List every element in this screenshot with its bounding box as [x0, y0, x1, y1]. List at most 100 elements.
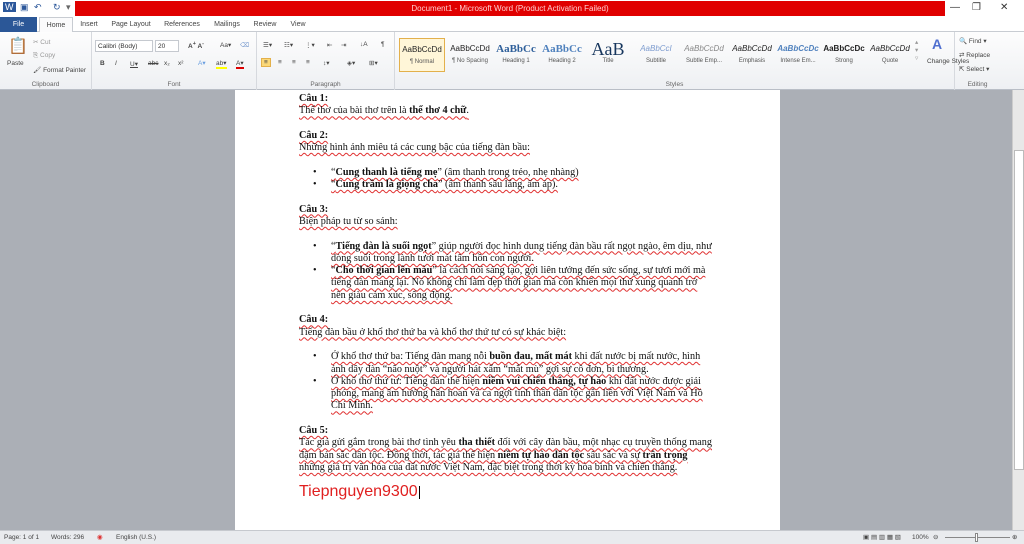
- document-content[interactable]: Câu 1: Thể thơ của bài thơ trên là thể th…: [299, 93, 713, 501]
- list-item: “Cho thời gian lên màu” là cách nói sáng…: [299, 265, 713, 302]
- paste-icon[interactable]: 📋: [8, 36, 28, 56]
- text-effects-icon[interactable]: A▾: [198, 59, 206, 67]
- style-strong[interactable]: AaBbCcDc Strong: [821, 38, 867, 72]
- font-name-select[interactable]: Calibri (Body): [95, 40, 153, 52]
- copy-label: Copy: [40, 52, 56, 59]
- style-name: Strong: [835, 58, 853, 64]
- tab-home[interactable]: Home: [39, 17, 73, 32]
- bold-text: buồn đau, mất mát: [489, 351, 572, 363]
- text-run: Tác giả gửi gắm trong bài thơ tình yêu: [299, 437, 459, 449]
- style-subtitle[interactable]: AaBbCcI Subtitle: [633, 38, 679, 72]
- grow-font-icon[interactable]: A+ A-: [188, 41, 204, 50]
- save-icon[interactable]: ▣: [20, 2, 29, 13]
- subscript-icon[interactable]: x₂: [164, 60, 170, 67]
- increase-indent-icon[interactable]: ⇥: [341, 41, 346, 49]
- style-name: Subtle Emp...: [685, 58, 723, 64]
- bold-text: Câu 4:: [299, 314, 329, 326]
- paragraph: Tác giả gửi gắm trong bài thơ tình yêu t…: [299, 437, 713, 474]
- style-title[interactable]: AaB Title: [585, 38, 631, 72]
- language[interactable]: English (U.S.): [116, 531, 156, 544]
- highlight-icon[interactable]: ab▾: [216, 59, 227, 69]
- style-no-spacing[interactable]: AaBbCcDd ¶ No Spacing: [447, 38, 493, 72]
- numbering-icon[interactable]: ☷▾: [284, 41, 293, 49]
- copy-button[interactable]: ⎘ Copy: [33, 52, 55, 60]
- style-normal[interactable]: AaBbCcDd ¶ Normal: [399, 38, 445, 72]
- tab-references[interactable]: References: [160, 17, 204, 32]
- style-intense-emphasis[interactable]: AaBbCcDc Intense Em...: [775, 38, 821, 72]
- change-styles-icon[interactable]: A: [932, 36, 942, 52]
- format-painter-button[interactable]: 🖌 Format Painter: [33, 66, 86, 74]
- style-quote[interactable]: AaBbCcDd Quote: [867, 38, 913, 72]
- zoom-slider-handle[interactable]: [975, 533, 978, 542]
- proofing-icon[interactable]: ◉: [97, 531, 103, 544]
- style-name: Heading 2: [548, 58, 576, 64]
- document-page[interactable]: Câu 1: Thể thơ của bài thơ trên là thể th…: [235, 90, 780, 530]
- line-spacing-icon[interactable]: ↕▾: [323, 59, 330, 67]
- paste-button[interactable]: Paste: [7, 60, 24, 67]
- multilevel-list-icon[interactable]: ⋮▾: [305, 41, 315, 49]
- tab-insert[interactable]: Insert: [74, 17, 104, 32]
- tab-page-layout[interactable]: Page Layout: [108, 17, 154, 32]
- vertical-scrollbar[interactable]: [1012, 90, 1024, 530]
- clear-formatting-icon[interactable]: ⌫: [240, 41, 249, 49]
- styles-scroll-icon[interactable]: ▴ ▾ ▿: [915, 38, 918, 62]
- question-heading: Câu 3:: [299, 204, 713, 216]
- tab-file[interactable]: File: [0, 17, 37, 32]
- decrease-indent-icon[interactable]: ⇤: [327, 41, 332, 49]
- view-buttons[interactable]: ▣ ▤ ▥ ▦ ▧: [863, 531, 901, 544]
- clipboard-label: Clipboard: [31, 81, 60, 88]
- change-case-icon[interactable]: Aa▾: [220, 41, 231, 49]
- font-size-select[interactable]: 20: [155, 40, 179, 52]
- zoom-out-icon[interactable]: ⊖: [933, 531, 938, 544]
- restore-icon[interactable]: ❐: [972, 2, 981, 13]
- underline-icon[interactable]: U▾: [130, 60, 138, 68]
- style-emphasis[interactable]: AaBbCcDd Emphasis: [729, 38, 775, 72]
- clipboard-group: 📋 Paste ✂ Cut ⎘ Copy 🖌 Format Painter Cl…: [0, 32, 92, 90]
- borders-icon[interactable]: ⊞▾: [369, 59, 378, 67]
- replace-button[interactable]: ⇄ Replace: [959, 51, 990, 59]
- show-marks-icon[interactable]: ¶: [381, 41, 385, 48]
- align-center-icon[interactable]: ≡: [278, 59, 282, 66]
- style-heading-2[interactable]: AaBbCc Heading 2: [539, 38, 585, 72]
- cut-button[interactable]: ✂ Cut: [33, 38, 50, 46]
- align-left-icon[interactable]: ≡: [261, 58, 271, 67]
- bold-text: Câu 5:: [299, 425, 329, 437]
- style-heading-1[interactable]: AaBbCc Heading 1: [493, 38, 539, 72]
- list-item: “Cung thanh là tiếng mẹ” (âm thanh trong…: [299, 167, 713, 180]
- text-run: Ở khổ thơ thứ tư: Tiếng đàn thể hiện: [331, 375, 483, 387]
- superscript-icon[interactable]: x²: [178, 60, 183, 67]
- customize-toolbar-icon[interactable]: ▾: [66, 2, 71, 13]
- bold-icon[interactable]: B: [100, 60, 105, 67]
- select-button[interactable]: ⇱ Select ▾: [959, 65, 989, 73]
- sort-icon[interactable]: ↓A: [360, 41, 368, 48]
- tab-view[interactable]: View: [285, 17, 311, 32]
- align-right-icon[interactable]: ≡: [292, 59, 296, 66]
- shading-icon[interactable]: ◈▾: [347, 59, 355, 67]
- close-icon[interactable]: ✕: [1000, 2, 1008, 13]
- style-name: ¶ Normal: [409, 59, 435, 65]
- bullets-icon[interactable]: ☰▾: [263, 41, 272, 49]
- strikethrough-icon[interactable]: abc: [148, 60, 158, 67]
- minimize-icon[interactable]: —: [950, 2, 960, 13]
- bold-text: Cho thời gian lên màu: [335, 265, 433, 277]
- undo-icon[interactable]: ↶: [34, 2, 42, 13]
- font-color-icon[interactable]: A▾: [236, 59, 244, 69]
- word-count[interactable]: Words: 296: [51, 531, 84, 544]
- zoom-level[interactable]: 100%: [912, 531, 929, 544]
- zoom-in-icon[interactable]: ⊕: [1012, 531, 1017, 544]
- justify-icon[interactable]: ≡: [306, 59, 310, 66]
- redo-icon[interactable]: ↻: [53, 2, 61, 13]
- page-count[interactable]: Page: 1 of 1: [4, 531, 39, 544]
- scrollbar-thumb[interactable]: [1014, 150, 1024, 470]
- question-heading: Câu 4:: [299, 314, 713, 326]
- tab-mailings[interactable]: Mailings: [210, 17, 244, 32]
- italic-icon[interactable]: I: [115, 60, 117, 67]
- find-button[interactable]: 🔍 Find ▾: [959, 37, 987, 45]
- tab-review[interactable]: Review: [250, 17, 280, 32]
- style-subtle-emphasis[interactable]: AaBbCcDd Subtle Emp...: [681, 38, 727, 72]
- font-label: Font: [167, 81, 181, 88]
- paragraph: Thể thơ của bài thơ trên là thể thơ 4 ch…: [299, 105, 713, 117]
